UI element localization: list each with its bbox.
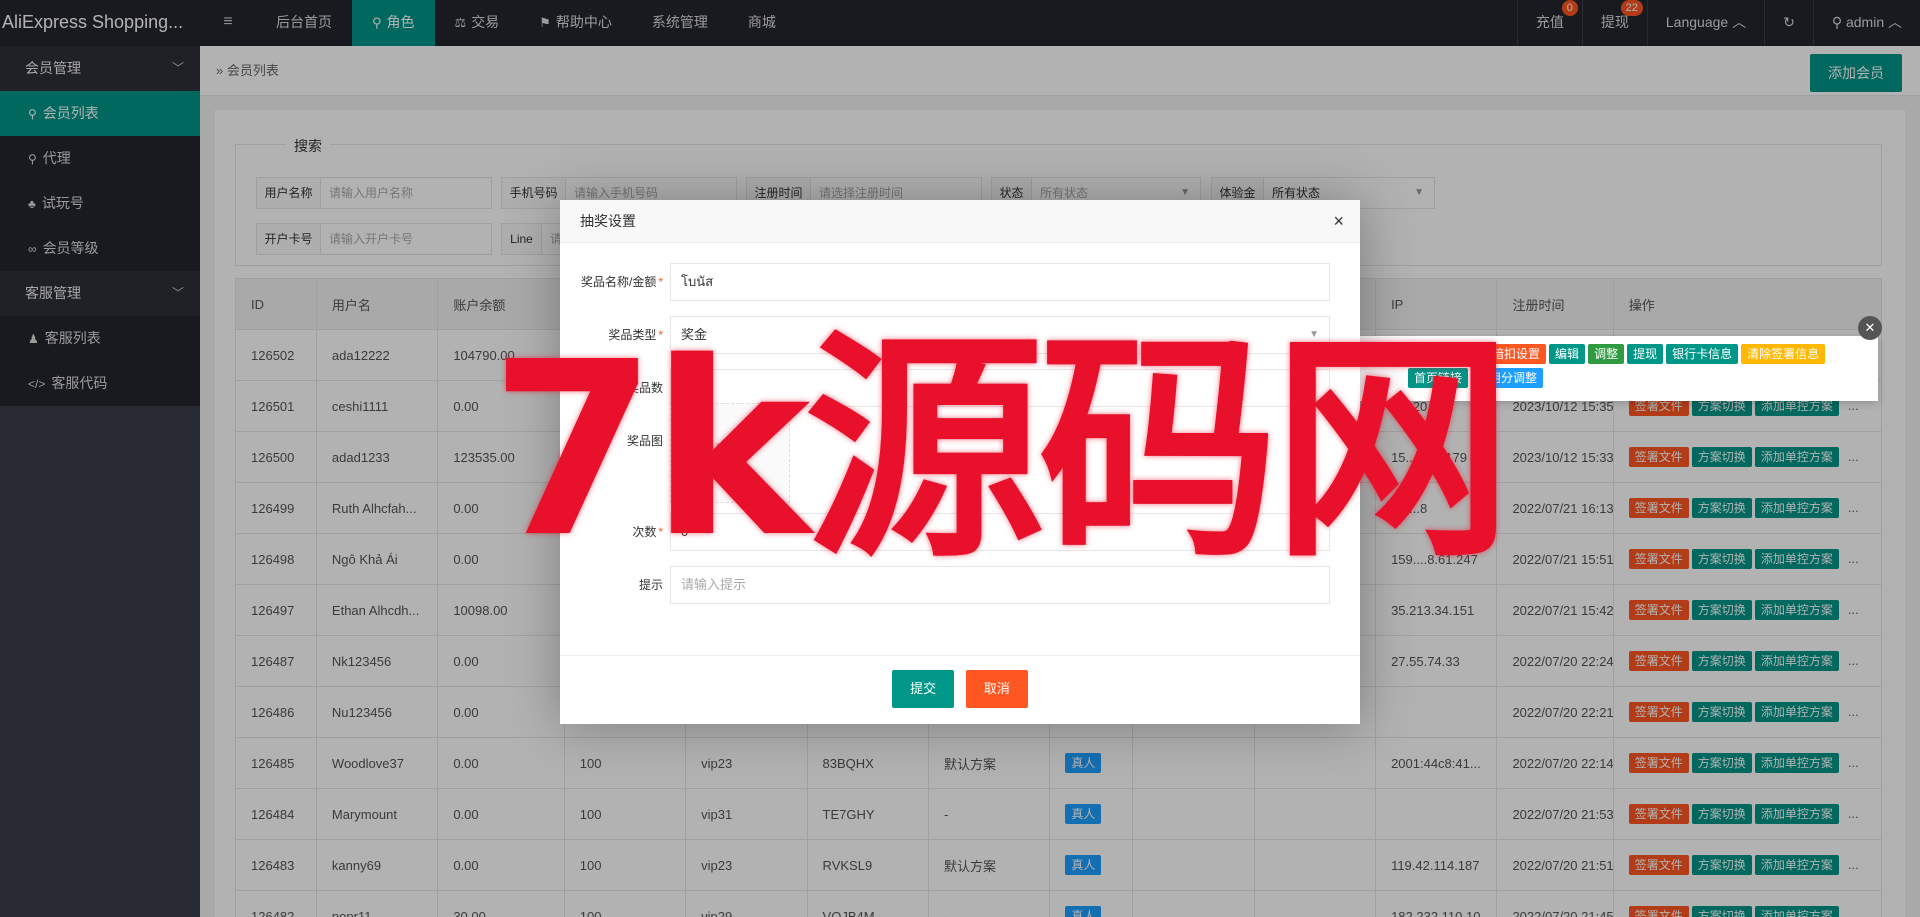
required-mark: *: [658, 275, 663, 289]
bank-card-button[interactable]: 银行卡信息: [1666, 344, 1739, 364]
close-icon[interactable]: ×: [1333, 200, 1344, 243]
adjust-button[interactable]: 调整: [1588, 344, 1625, 364]
submit-button[interactable]: 提交: [892, 670, 955, 708]
dialog-title: 抽奖设置: [580, 213, 636, 229]
prize-name-label-text: 奖品名称/金额: [580, 275, 657, 289]
prize-name-input[interactable]: โบนัส: [670, 263, 1330, 301]
popover-close-icon[interactable]: ✕: [1858, 316, 1882, 340]
prize-name-label: 奖品名称/金额 *: [560, 263, 663, 301]
edit-button[interactable]: 编辑: [1549, 344, 1586, 364]
clear-sign-button[interactable]: 清除签署信息: [1741, 344, 1826, 364]
prize-name-row: 奖品名称/金额 * โบนัส: [560, 263, 1360, 301]
watermark: 7k源码网: [490, 310, 1513, 590]
dialog-footer: 提交 取消: [560, 655, 1360, 724]
cancel-button[interactable]: 取消: [965, 670, 1028, 708]
dialog-header: 抽奖设置 ×: [560, 200, 1360, 243]
withdraw-button[interactable]: 提现: [1627, 344, 1664, 364]
